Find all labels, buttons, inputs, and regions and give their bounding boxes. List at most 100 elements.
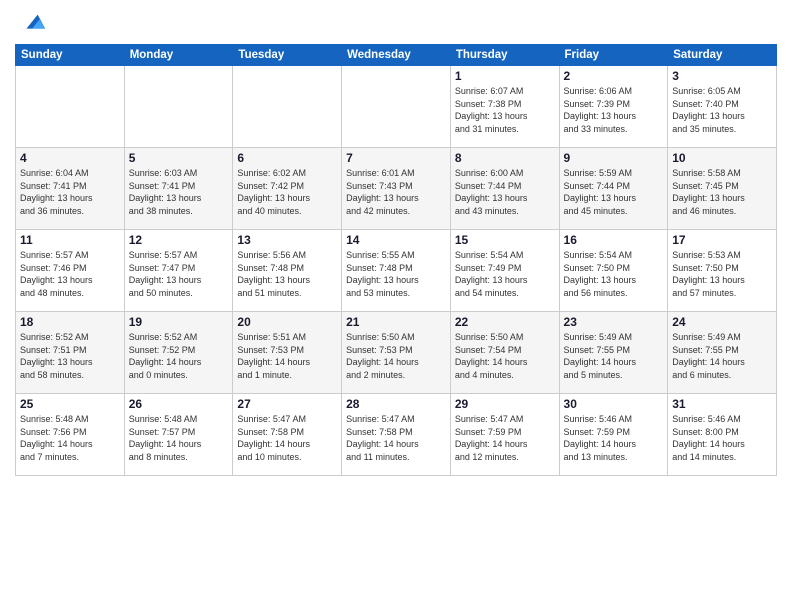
day-number: 21 bbox=[346, 315, 446, 329]
calendar-cell: 26 Sunrise: 5:48 AM Sunset: 7:57 PM Dayli… bbox=[124, 394, 233, 476]
day-number: 30 bbox=[564, 397, 664, 411]
day-info: Sunrise: 5:46 AM Sunset: 7:59 PM Dayligh… bbox=[564, 413, 664, 463]
calendar-cell: 24 Sunrise: 5:49 AM Sunset: 7:55 PM Dayli… bbox=[668, 312, 777, 394]
day-number: 8 bbox=[455, 151, 555, 165]
day-number: 7 bbox=[346, 151, 446, 165]
weekday-header-tuesday: Tuesday bbox=[233, 45, 342, 66]
calendar-cell: 30 Sunrise: 5:46 AM Sunset: 7:59 PM Dayli… bbox=[559, 394, 668, 476]
page-container: SundayMondayTuesdayWednesdayThursdayFrid… bbox=[0, 0, 792, 612]
day-number: 11 bbox=[20, 233, 120, 247]
calendar-row-5: 25 Sunrise: 5:48 AM Sunset: 7:56 PM Dayli… bbox=[16, 394, 777, 476]
day-info: Sunrise: 6:05 AM Sunset: 7:40 PM Dayligh… bbox=[672, 85, 772, 135]
day-number: 15 bbox=[455, 233, 555, 247]
day-info: Sunrise: 6:01 AM Sunset: 7:43 PM Dayligh… bbox=[346, 167, 446, 217]
day-number: 22 bbox=[455, 315, 555, 329]
calendar-cell: 1 Sunrise: 6:07 AM Sunset: 7:38 PM Daylig… bbox=[450, 66, 559, 148]
day-number: 6 bbox=[237, 151, 337, 165]
calendar-cell bbox=[342, 66, 451, 148]
day-info: Sunrise: 5:57 AM Sunset: 7:46 PM Dayligh… bbox=[20, 249, 120, 299]
day-number: 29 bbox=[455, 397, 555, 411]
calendar-cell: 13Sunrise: 5:56 AM Sunset: 7:48 PM Dayli… bbox=[233, 230, 342, 312]
calendar-cell: 17Sunrise: 5:53 AM Sunset: 7:50 PM Dayli… bbox=[668, 230, 777, 312]
day-info: Sunrise: 5:46 AM Sunset: 8:00 PM Dayligh… bbox=[672, 413, 772, 463]
calendar-cell: 9 Sunrise: 5:59 AM Sunset: 7:44 PM Daylig… bbox=[559, 148, 668, 230]
logo bbox=[15, 10, 47, 38]
day-info: Sunrise: 5:48 AM Sunset: 7:56 PM Dayligh… bbox=[20, 413, 120, 463]
calendar-row-4: 18 Sunrise: 5:52 AM Sunset: 7:51 PM Dayli… bbox=[16, 312, 777, 394]
calendar-row-2: 4 Sunrise: 6:04 AM Sunset: 7:41 PM Daylig… bbox=[16, 148, 777, 230]
weekday-header-saturday: Saturday bbox=[668, 45, 777, 66]
day-number: 27 bbox=[237, 397, 337, 411]
day-number: 20 bbox=[237, 315, 337, 329]
day-info: Sunrise: 5:54 AM Sunset: 7:49 PM Dayligh… bbox=[455, 249, 555, 299]
day-info: Sunrise: 5:49 AM Sunset: 7:55 PM Dayligh… bbox=[672, 331, 772, 381]
calendar-cell: 3Sunrise: 6:05 AM Sunset: 7:40 PM Daylig… bbox=[668, 66, 777, 148]
day-info: Sunrise: 5:59 AM Sunset: 7:44 PM Dayligh… bbox=[564, 167, 664, 217]
calendar-cell: 29 Sunrise: 5:47 AM Sunset: 7:59 PM Dayli… bbox=[450, 394, 559, 476]
calendar-cell: 18 Sunrise: 5:52 AM Sunset: 7:51 PM Dayli… bbox=[16, 312, 125, 394]
day-info: Sunrise: 5:47 AM Sunset: 7:59 PM Dayligh… bbox=[455, 413, 555, 463]
calendar-cell: 2Sunrise: 6:06 AM Sunset: 7:39 PM Daylig… bbox=[559, 66, 668, 148]
calendar-cell: 15 Sunrise: 5:54 AM Sunset: 7:49 PM Dayli… bbox=[450, 230, 559, 312]
day-number: 14 bbox=[346, 233, 446, 247]
logo-icon bbox=[19, 10, 47, 38]
weekday-header-wednesday: Wednesday bbox=[342, 45, 451, 66]
day-number: 28 bbox=[346, 397, 446, 411]
day-number: 4 bbox=[20, 151, 120, 165]
day-number: 31 bbox=[672, 397, 772, 411]
day-info: Sunrise: 5:48 AM Sunset: 7:57 PM Dayligh… bbox=[129, 413, 229, 463]
calendar-cell: 6Sunrise: 6:02 AM Sunset: 7:42 PM Daylig… bbox=[233, 148, 342, 230]
calendar-row-1: 1 Sunrise: 6:07 AM Sunset: 7:38 PM Daylig… bbox=[16, 66, 777, 148]
day-number: 26 bbox=[129, 397, 229, 411]
day-info: Sunrise: 6:07 AM Sunset: 7:38 PM Dayligh… bbox=[455, 85, 555, 135]
day-number: 24 bbox=[672, 315, 772, 329]
weekday-header-friday: Friday bbox=[559, 45, 668, 66]
day-info: Sunrise: 5:56 AM Sunset: 7:48 PM Dayligh… bbox=[237, 249, 337, 299]
day-number: 5 bbox=[129, 151, 229, 165]
day-number: 9 bbox=[564, 151, 664, 165]
day-info: Sunrise: 5:55 AM Sunset: 7:48 PM Dayligh… bbox=[346, 249, 446, 299]
calendar-cell: 12Sunrise: 5:57 AM Sunset: 7:47 PM Dayli… bbox=[124, 230, 233, 312]
calendar-cell bbox=[16, 66, 125, 148]
calendar-cell: 22 Sunrise: 5:50 AM Sunset: 7:54 PM Dayli… bbox=[450, 312, 559, 394]
day-number: 10 bbox=[672, 151, 772, 165]
calendar-cell: 10 Sunrise: 5:58 AM Sunset: 7:45 PM Dayli… bbox=[668, 148, 777, 230]
calendar-cell: 14 Sunrise: 5:55 AM Sunset: 7:48 PM Dayli… bbox=[342, 230, 451, 312]
weekday-header-thursday: Thursday bbox=[450, 45, 559, 66]
calendar-cell: 16 Sunrise: 5:54 AM Sunset: 7:50 PM Dayli… bbox=[559, 230, 668, 312]
day-number: 1 bbox=[455, 69, 555, 83]
calendar-table: SundayMondayTuesdayWednesdayThursdayFrid… bbox=[15, 44, 777, 476]
day-number: 16 bbox=[564, 233, 664, 247]
calendar-cell: 8Sunrise: 6:00 AM Sunset: 7:44 PM Daylig… bbox=[450, 148, 559, 230]
calendar-row-3: 11 Sunrise: 5:57 AM Sunset: 7:46 PM Dayli… bbox=[16, 230, 777, 312]
calendar-cell: 19Sunrise: 5:52 AM Sunset: 7:52 PM Dayli… bbox=[124, 312, 233, 394]
day-info: Sunrise: 5:52 AM Sunset: 7:51 PM Dayligh… bbox=[20, 331, 120, 381]
day-info: Sunrise: 5:49 AM Sunset: 7:55 PM Dayligh… bbox=[564, 331, 664, 381]
calendar-cell: 4 Sunrise: 6:04 AM Sunset: 7:41 PM Daylig… bbox=[16, 148, 125, 230]
calendar-cell: 21Sunrise: 5:50 AM Sunset: 7:53 PM Dayli… bbox=[342, 312, 451, 394]
calendar-cell: 23 Sunrise: 5:49 AM Sunset: 7:55 PM Dayli… bbox=[559, 312, 668, 394]
calendar-cell: 25 Sunrise: 5:48 AM Sunset: 7:56 PM Dayli… bbox=[16, 394, 125, 476]
weekday-header-monday: Monday bbox=[124, 45, 233, 66]
calendar-cell: 20 Sunrise: 5:51 AM Sunset: 7:53 PM Dayli… bbox=[233, 312, 342, 394]
calendar-cell: 31 Sunrise: 5:46 AM Sunset: 8:00 PM Dayli… bbox=[668, 394, 777, 476]
calendar-cell: 27 Sunrise: 5:47 AM Sunset: 7:58 PM Dayli… bbox=[233, 394, 342, 476]
weekday-header-row: SundayMondayTuesdayWednesdayThursdayFrid… bbox=[16, 45, 777, 66]
calendar-cell bbox=[233, 66, 342, 148]
day-info: Sunrise: 5:50 AM Sunset: 7:54 PM Dayligh… bbox=[455, 331, 555, 381]
day-info: Sunrise: 5:51 AM Sunset: 7:53 PM Dayligh… bbox=[237, 331, 337, 381]
day-info: Sunrise: 5:47 AM Sunset: 7:58 PM Dayligh… bbox=[346, 413, 446, 463]
day-info: Sunrise: 5:58 AM Sunset: 7:45 PM Dayligh… bbox=[672, 167, 772, 217]
day-number: 12 bbox=[129, 233, 229, 247]
day-info: Sunrise: 6:03 AM Sunset: 7:41 PM Dayligh… bbox=[129, 167, 229, 217]
day-info: Sunrise: 5:52 AM Sunset: 7:52 PM Dayligh… bbox=[129, 331, 229, 381]
day-info: Sunrise: 5:54 AM Sunset: 7:50 PM Dayligh… bbox=[564, 249, 664, 299]
day-number: 23 bbox=[564, 315, 664, 329]
calendar-cell bbox=[124, 66, 233, 148]
calendar-cell: 5 Sunrise: 6:03 AM Sunset: 7:41 PM Daylig… bbox=[124, 148, 233, 230]
day-number: 25 bbox=[20, 397, 120, 411]
day-number: 18 bbox=[20, 315, 120, 329]
day-info: Sunrise: 5:47 AM Sunset: 7:58 PM Dayligh… bbox=[237, 413, 337, 463]
day-info: Sunrise: 6:04 AM Sunset: 7:41 PM Dayligh… bbox=[20, 167, 120, 217]
page-header bbox=[15, 10, 777, 38]
